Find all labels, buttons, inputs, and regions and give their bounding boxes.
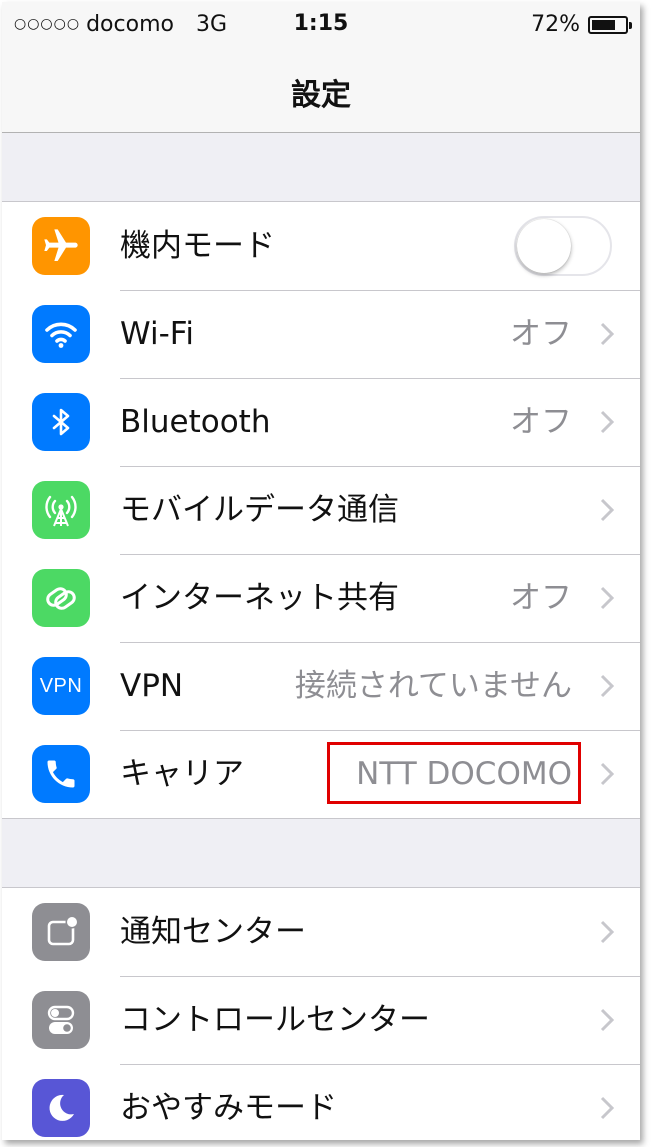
chevron-right-icon [600,322,614,346]
chevron-right-icon [600,586,614,610]
chevron-right-icon [600,674,614,698]
settings-row-personal-hotspot[interactable]: インターネット共有 オフ [2,554,640,642]
wifi-icon [32,305,90,363]
notification-center-icon [32,903,90,961]
settings-row-bluetooth[interactable]: Bluetooth オフ [2,378,640,466]
setting-label: コントロールセンター [120,1002,430,1038]
setting-label: Wi-Fi [120,316,194,352]
setting-label: インターネット共有 [120,580,399,616]
battery-icon [588,15,632,34]
settings-row-control-center[interactable]: コントロールセンター [2,976,640,1064]
cellular-antenna-icon [32,481,90,539]
setting-value: 接続されていません [294,668,572,704]
airplane-mode-toggle[interactable] [514,216,612,276]
link-icon [32,569,90,627]
settings-row-do-not-disturb[interactable]: おやすみモード [2,1064,640,1140]
chevron-right-icon [600,1096,614,1120]
chevron-right-icon [600,762,614,786]
setting-label: キャリア [120,756,244,792]
moon-icon [32,1079,90,1137]
setting-label: 機内モード [120,228,275,264]
bluetooth-icon [32,393,90,451]
settings-row-airplane-mode[interactable]: 機内モード [2,202,640,290]
navigation-bar: 設定 [2,46,640,133]
chevron-right-icon [600,410,614,434]
setting-value: オフ [510,404,572,440]
chevron-right-icon [600,920,614,944]
settings-group-notifications: 通知センター コントロールセンター おやすみモード [2,887,640,1140]
setting-label: Bluetooth [120,404,271,440]
status-bar: ○○○○○ docomo 3G 1:15 72% [2,2,640,46]
chevron-right-icon [600,498,614,522]
chevron-right-icon [600,1008,614,1032]
settings-row-notification-center[interactable]: 通知センター [2,888,640,976]
phone-screen: ○○○○○ docomo 3G 1:15 72% 設定 機内モード Wi-Fi … [2,2,640,1140]
settings-row-carrier[interactable]: キャリア NTT DOCOMO [2,730,640,818]
settings-group-connectivity: 機内モード Wi-Fi オフ Bluetooth オフ モバイルデータ通信 イン… [2,201,640,819]
setting-label: おやすみモード [120,1090,337,1126]
control-center-icon [32,991,90,1049]
setting-label: 通知センター [120,914,306,950]
battery-percentage: 72% [531,12,580,37]
highlight-box [327,742,581,804]
vpn-icon: VPN [32,657,90,715]
phone-icon [32,745,90,803]
setting-value: オフ [510,580,572,616]
vpn-icon-text: VPN [39,674,83,697]
settings-row-vpn[interactable]: VPN VPN 接続されていません [2,642,640,730]
page-title: 設定 [291,78,351,113]
settings-row-cellular-data[interactable]: モバイルデータ通信 [2,466,640,554]
setting-label: VPN [120,668,184,704]
setting-label: モバイルデータ通信 [120,492,399,528]
toggle-knob [517,219,571,273]
airplane-icon [32,217,90,275]
settings-row-wifi[interactable]: Wi-Fi オフ [2,290,640,378]
setting-value: オフ [510,316,572,352]
